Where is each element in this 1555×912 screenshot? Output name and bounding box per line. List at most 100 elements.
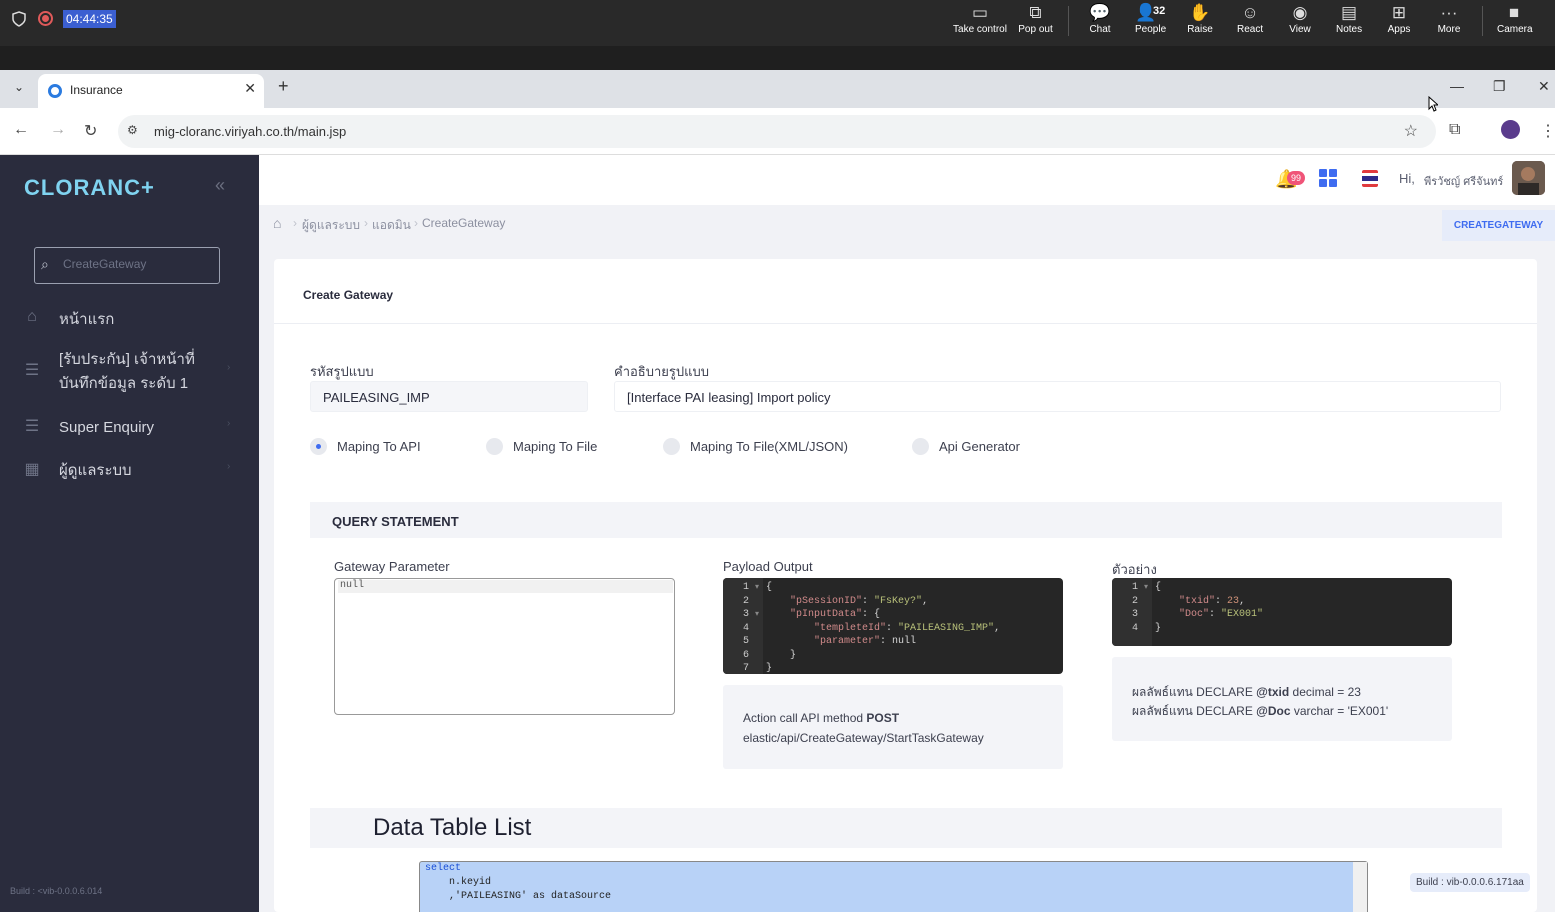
card-header: Create Gateway (274, 259, 1537, 324)
shield-icon (12, 11, 26, 27)
home-icon[interactable]: ⌂ (273, 215, 281, 231)
code-label: รหัสรูปแบบ (310, 364, 374, 379)
toolbar-button-label: React (1237, 24, 1264, 35)
browser-tab-strip: ⌄ Insurance ✕ + — ❐ ✕ (0, 70, 1555, 108)
example-label: ตัวอย่าง (1112, 562, 1157, 577)
apps-button[interactable]: ⊞ Apps (1387, 2, 1411, 42)
code-field[interactable]: PAILEASING_IMP (310, 381, 588, 412)
code-line: "pInputData": { (790, 609, 881, 620)
restore-icon[interactable]: ❐ (1493, 78, 1506, 95)
toolbar-divider (1068, 6, 1069, 36)
example-editor[interactable]: 1 ▾ {2 "txid": 23, 3 "Doc": "EX001" 4} (1112, 578, 1452, 646)
minimize-icon[interactable]: — (1450, 78, 1464, 94)
code-line: "parameter": null (814, 636, 917, 647)
browser-menu-icon[interactable]: ⋮ (1540, 121, 1555, 141)
radio-button-icon[interactable] (663, 438, 680, 455)
create-gateway-card: Create Gateway รหัสรูปแบบ PAILEASING_IMP… (274, 259, 1537, 912)
breadcrumb-item[interactable]: ผู้ดูแลระบบ (302, 216, 360, 235)
more-button[interactable]: ··· More (1437, 2, 1461, 42)
collapse-sidebar-icon[interactable]: « (215, 175, 225, 196)
browser-tab[interactable]: Insurance ✕ (38, 74, 264, 108)
menu-search-input[interactable] (63, 257, 213, 271)
raise-button[interactable]: ✋ Raise (1187, 2, 1213, 42)
line-number: 1 ▾ (1131, 582, 1148, 593)
notes-icon: ▤ (1340, 3, 1358, 22)
radio-button-icon[interactable] (310, 438, 327, 455)
sql-editor[interactable]: select n.keyid ,'PAILEASING' as dataSour… (419, 861, 1368, 912)
take-control-icon: ▭ (971, 3, 989, 22)
new-tab-icon[interactable]: + (278, 76, 289, 97)
breadcrumb-item[interactable]: แอดมิน (372, 216, 411, 235)
line-number: 5 (742, 636, 749, 647)
home-icon: ⌂ (27, 308, 37, 325)
card-title: Create Gateway (303, 288, 394, 302)
main-content: 🔔 99 Hi, พีรวัชญ์ ศรีจันทร์ ⌂ › ผู้ดูแลร… (259, 155, 1555, 912)
chevron-right-icon: › (227, 362, 231, 373)
url-bar[interactable]: ⚙ mig-cloranc.viriyah.co.th/main.jsp ☆ (118, 115, 1436, 148)
data-table-header: Data Table List (310, 808, 1502, 848)
create-gateway-button[interactable]: CREATEGATEWAY (1442, 210, 1555, 241)
close-tab-icon[interactable]: ✕ (244, 80, 256, 97)
camera-button[interactable]: ■ Camera (1497, 2, 1533, 42)
notes-button[interactable]: ▤ Notes (1336, 2, 1362, 42)
radio-label: Api Generator (939, 439, 1020, 454)
toolbar-button-label: Chat (1089, 24, 1111, 35)
avatar[interactable] (1512, 161, 1545, 195)
grid-icon: ▦ (24, 461, 40, 478)
code-line: } (766, 649, 797, 661)
address-bar-row: ← → ↻ ⚙ mig-cloranc.viriyah.co.th/main.j… (0, 108, 1555, 155)
profile-icon[interactable] (1501, 120, 1520, 139)
thai-flag-icon[interactable] (1362, 170, 1378, 187)
tab-search-icon[interactable]: ⌄ (8, 80, 30, 100)
site-info-icon[interactable]: ⚙ (127, 123, 138, 137)
user-name[interactable]: พีรวัชญ์ ศรีจันทร์ (1424, 172, 1503, 190)
sidebar-item-label: Super Enquiry (59, 419, 155, 436)
pop-out-button[interactable]: ⧉ Pop out (1018, 2, 1053, 42)
breadcrumb: ⌂ › ผู้ดูแลระบบ › แอดมิน › CreateGateway… (259, 205, 1555, 243)
sql-scrollbar[interactable] (1353, 862, 1367, 912)
chevron-right-icon: › (227, 461, 231, 472)
line-number: 4 (1131, 622, 1138, 634)
radio-label: Maping To API (337, 439, 421, 454)
url-text: mig-cloranc.viriyah.co.th/main.jsp (154, 124, 347, 139)
meeting-timer: 04:44:35 (63, 10, 116, 28)
app-logo: CLORANC+ (24, 175, 155, 200)
extensions-icon[interactable]: ⧉ (1449, 121, 1460, 139)
example-note-text: ผลลัพธ์แทน DECLARE (1132, 704, 1257, 718)
example-note-text: ผลลัพธ์แทน DECLARE (1132, 685, 1257, 699)
code-line: "templeteId": "PAILEASING_IMP", (814, 622, 1001, 634)
back-icon[interactable]: ← (13, 121, 29, 139)
radio-button-icon[interactable] (912, 438, 929, 455)
greeting: Hi, (1399, 171, 1415, 186)
menu-search: ⌕ (34, 247, 220, 284)
line-number: 6 (742, 649, 749, 661)
view-button[interactable]: ◉ View (1287, 2, 1313, 42)
line-number: 7 (742, 663, 749, 674)
build-version-badge: Build : vib-0.0.0.6.171aa (1410, 873, 1530, 892)
forward-icon[interactable]: → (50, 121, 66, 139)
people-button[interactable]: 👤 People 32 (1135, 2, 1167, 42)
list-icon: ☰ (24, 362, 40, 379)
example-note-var: @txid (1256, 685, 1290, 699)
reload-icon[interactable]: ↻ (84, 121, 97, 141)
view-icon: ◉ (1292, 3, 1308, 22)
breadcrumb-separator: › (293, 216, 297, 230)
radio-button-icon[interactable] (486, 438, 503, 455)
apps-icon: ⊞ (1391, 3, 1407, 22)
payload-output-editor[interactable]: 1 ▾ {2 "pSessionID": "FsKey?", 3 ▾ "pInputDa… (723, 578, 1063, 674)
react-button[interactable]: ☺ React (1237, 2, 1263, 42)
close-window-icon[interactable]: ✕ (1538, 78, 1550, 95)
example-note-type: decimal = 23 (1289, 685, 1361, 699)
chat-icon: 💬 (1089, 3, 1111, 22)
description-field[interactable]: [Interface PAI leasing] Import policy (614, 381, 1501, 412)
code-line: "Doc": "EX001" (1179, 609, 1264, 620)
gateway-parameter-editor[interactable]: null (334, 578, 675, 715)
notification-badge: 99 (1287, 171, 1306, 185)
chat-button[interactable]: 💬 Chat (1089, 2, 1111, 42)
toolbar-button-label: Notes (1336, 24, 1363, 35)
toolbar-button-label: People (1135, 24, 1167, 35)
bookmark-star-icon[interactable]: ☆ (1404, 121, 1418, 141)
take-control-button[interactable]: ▭ Take control (953, 2, 1007, 42)
example-note: ผลลัพธ์แทน DECLARE @txid decimal = 23 ผล… (1112, 657, 1452, 741)
apps-grid-icon[interactable] (1319, 169, 1337, 187)
